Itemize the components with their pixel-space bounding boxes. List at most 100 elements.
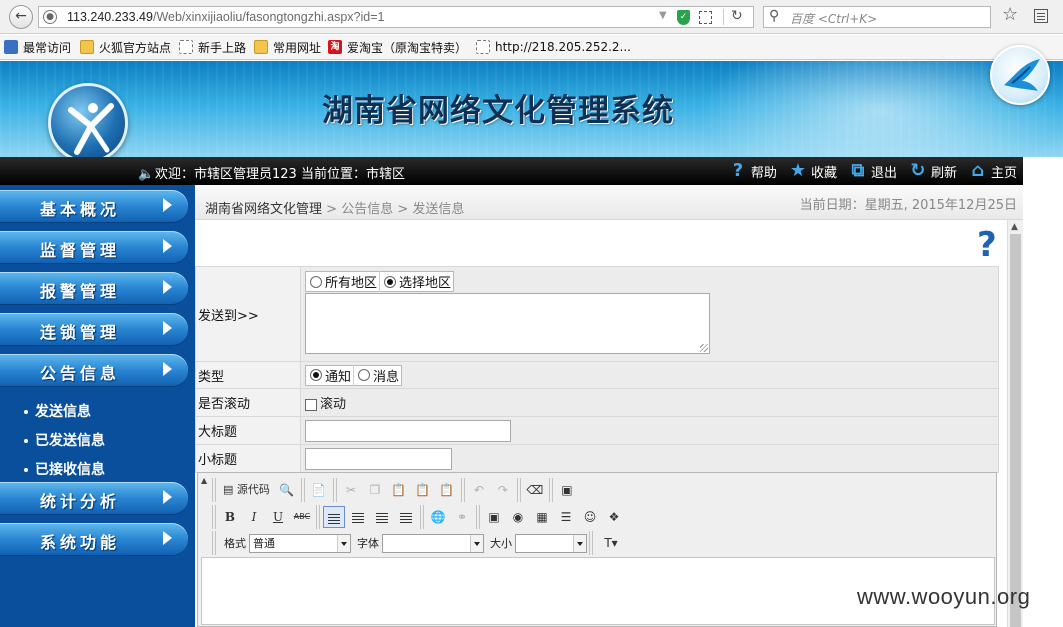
help-link[interactable]: ? 帮助 [727,160,777,182]
paste-text-icon[interactable]: 📋 [412,479,434,501]
paste-icon[interactable]: 📋 [388,479,410,501]
menu-system[interactable]: 系统功能 [0,523,188,556]
breadcrumb: 湖南省网络文化管理 > 公告信息 > 发送信息 当前日期：星期五, 2015年1… [195,185,1023,220]
sub-received-info[interactable]: 已接收信息 [24,459,105,479]
favorite-link[interactable]: ★ 收藏 [787,160,837,182]
menu-statistics[interactable]: 统计分析 [0,482,188,515]
align-left-icon[interactable] [323,506,345,528]
nav-links: ? 帮助 ★ 收藏 ⧉ 退出 ↻ 刷新 ⌂ 主页 [717,160,1017,182]
eraser-icon[interactable]: ⌫ [524,479,546,501]
shield-icon[interactable]: ✓ [677,10,690,25]
small-title-label: 小标题 [195,444,301,473]
folder-icon [254,40,268,54]
image-icon[interactable]: ▣ [483,506,505,528]
bookmark-common-sites[interactable]: 常用网址 [254,39,321,55]
cut-icon[interactable]: ✂ [340,479,362,501]
bookmark-most-visited[interactable]: 最常访问 [4,39,71,55]
welcome-text: 🔈欢迎：市辖区管理员123 当前位置：市辖区 [138,167,405,182]
table-icon[interactable]: ▦ [531,506,553,528]
region-select-radio[interactable]: 选择地区 [380,271,453,292]
horizontal-rule-icon[interactable]: ☰ [555,506,577,528]
flash-icon[interactable]: ◉ [507,506,529,528]
home-link[interactable]: ⌂ 主页 [967,160,1017,182]
toolbar-row-1: ▤ 源代码 🔍 📄 ✂ ❐ 📋 📋 📋 ↶ ↷ ⌫ ▣ [212,477,581,503]
text-color-icon[interactable]: T▾ [596,532,626,554]
type-label: 类型 [195,361,301,389]
main-content: ? 发送到>> 所有地区 选择地区 类型 通知 消息 是否滚动 滚动 大标题 小… [195,220,1007,627]
menu-chain[interactable]: 连锁管理 [0,313,188,346]
bookmarks-bar: 最常访问 火狐官方站点 新手上路 常用网址 淘爱淘宝（原淘宝特卖） http:/… [0,35,1063,60]
qr-code-icon[interactable] [699,11,712,24]
unlink-icon[interactable]: ⚭ [451,506,473,528]
region-all-radio[interactable]: 所有地区 [306,271,381,292]
menu-basic-overview[interactable]: 基本概况 [0,190,188,223]
arrow-right-icon [163,198,172,212]
format-select[interactable]: 普通 [249,533,351,553]
chevron-down-icon [573,534,586,552]
special-char-icon[interactable]: ❖ [603,506,625,528]
resize-grip-icon[interactable] [700,344,708,352]
sub-sent-info[interactable]: 已发送信息 [24,430,105,450]
big-title-input[interactable] [305,419,511,442]
search-box[interactable]: ⚲ 百度 <Ctrl+K> [763,6,991,28]
menu-announcement[interactable]: 公告信息 [0,354,188,387]
big-title-label: 大标题 [195,416,301,445]
underline-icon[interactable]: U [267,506,289,528]
type-notice-radio[interactable]: 通知 [306,364,355,386]
sub-send-info[interactable]: 发送信息 [24,401,91,421]
source-button[interactable]: ▤ 源代码 [219,479,274,501]
redo-icon[interactable]: ↷ [492,479,514,501]
type-message-radio[interactable]: 消息 [354,365,401,386]
page: ← ● 113.240.233.49/Web/xinxijiaoliu/faso… [0,0,1063,627]
align-center-icon[interactable] [347,506,369,528]
bookmark-aitaobao[interactable]: 淘爱淘宝（原淘宝特卖） [328,39,467,55]
logout-link[interactable]: ⧉ 退出 [847,160,897,182]
format-label: 格式 [224,537,246,550]
undo-icon[interactable]: ↶ [468,479,490,501]
help-question-icon[interactable]: ? [977,228,1003,262]
strikethrough-icon[interactable]: ABC [291,506,313,528]
scroll-checkbox[interactable]: 滚动 [305,397,346,412]
smiley-icon[interactable]: ☺ [579,506,601,528]
taobao-icon: 淘 [328,40,342,54]
back-button[interactable]: ← [9,5,33,29]
bookmark-firefox[interactable]: 火狐官方站点 [80,39,171,55]
source-icon: ▤ [223,483,237,496]
bookmark-getting-started[interactable]: 新手上路 [179,39,246,55]
sidebar: 基本概况 监督管理 报警管理 连锁管理 公告信息 发送信息 已发送信息 已接收信… [0,185,195,627]
italic-icon[interactable]: I [243,506,265,528]
align-justify-icon[interactable] [395,506,417,528]
url-bar[interactable]: ● 113.240.233.49/Web/xinxijiaoliu/fasong… [38,6,754,28]
scroll-thumb[interactable] [1010,234,1021,627]
running-man-icon: ⧉ [851,160,865,181]
bold-icon[interactable]: B [219,506,241,528]
paste-word-icon[interactable]: 📋 [436,479,458,501]
collapse-toolbar-icon[interactable]: ▲ [201,476,207,485]
browser-toolbar: ← ● 113.240.233.49/Web/xinxijiaoliu/faso… [0,0,1063,34]
font-select[interactable] [382,533,484,553]
scroll-up-icon[interactable]: ▲ [1011,222,1018,232]
reading-list-icon[interactable] [1034,9,1048,23]
small-title-input[interactable] [305,447,452,470]
preview-icon[interactable]: 🔍 [276,479,298,501]
arrow-left-icon: ← [15,8,27,24]
menu-alarm[interactable]: 报警管理 [0,272,188,305]
template-icon[interactable]: 📄 [308,479,330,501]
refresh-link[interactable]: ↻ 刷新 [907,160,957,182]
align-right-icon[interactable] [371,506,393,528]
url-text: 113.240.233.49/Web/xinxijiaoliu/fasongto… [67,10,385,24]
reload-icon[interactable]: ↻ [731,8,743,24]
bookmark-url[interactable]: http://218.205.252.2... [476,39,631,55]
url-dropdown-icon[interactable]: ▼ [659,10,667,21]
speaker-icon: 🔈 [138,167,155,182]
recipients-textarea[interactable] [305,293,710,354]
refresh-icon: ↻ [910,160,926,181]
menu-supervision[interactable]: 监督管理 [0,231,188,264]
link-icon[interactable]: 🌐 [427,506,449,528]
size-select[interactable] [515,533,587,553]
content-scrollbar[interactable]: ▲ [1007,220,1023,627]
select-all-icon[interactable]: ▣ [556,479,578,501]
copy-icon[interactable]: ❐ [364,479,386,501]
bookmark-star-icon[interactable]: ☆ [1002,4,1018,25]
type-radio-group: 通知 消息 [305,364,403,386]
